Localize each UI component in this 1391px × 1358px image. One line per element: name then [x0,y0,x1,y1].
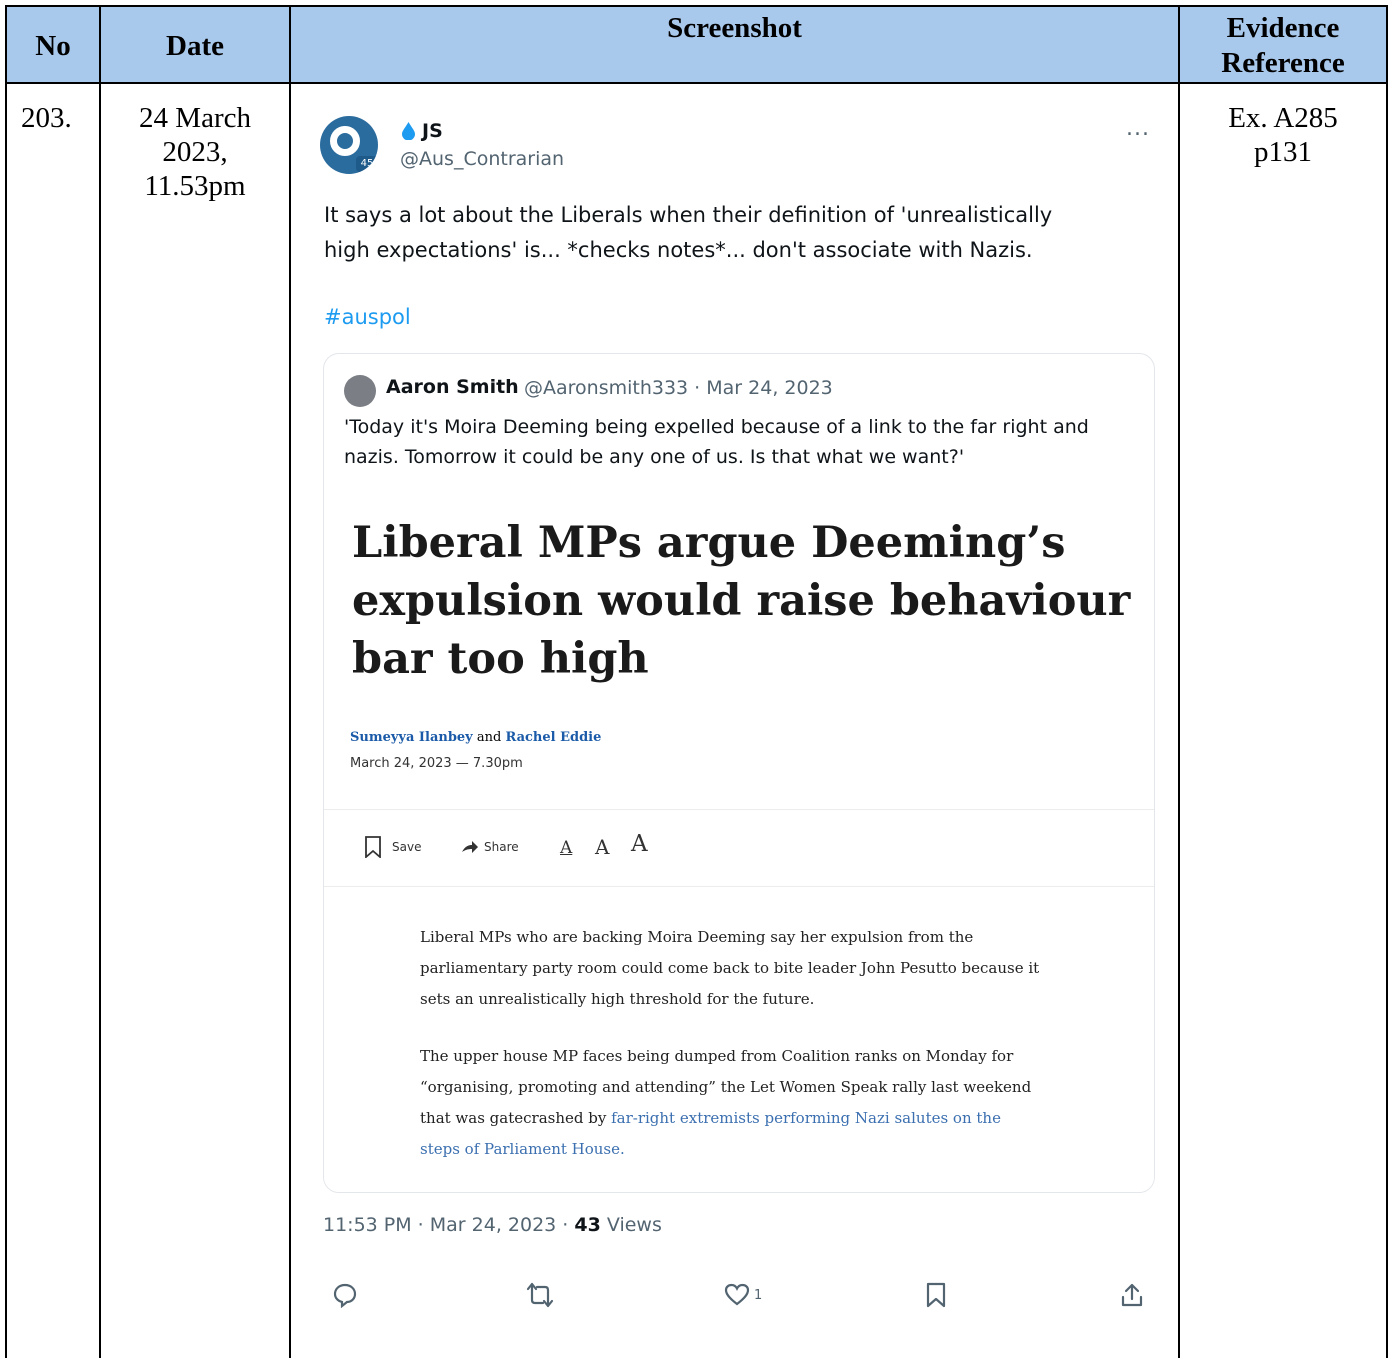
avatar-ring-shape [330,126,360,156]
p2-line3: that was gatecrashed by far-right extrem… [420,1103,1100,1134]
quote-author-name[interactable]: Aaron Smith [386,376,519,398]
headline-line1: Liberal MPs argue Deeming’s [352,518,1066,568]
bookmark-action-icon[interactable] [925,1282,947,1308]
tweet-text-line2: high expectations' is... *checks notes*.… [324,238,1033,262]
row-date-line3: 11.53pm [144,170,246,202]
article-toolbar: Save Share A A A [324,809,1154,887]
row-evidence-line2: p131 [1254,136,1312,168]
reply-icon[interactable] [332,1282,358,1308]
tweet-text-line1: It says a lot about the Liberals when th… [324,203,1053,227]
headline-line2: expulsion would raise behaviour [352,576,1131,626]
tweet-timestamp-views: 11:53 PM · Mar 24, 2023 · 43 Views [323,1214,662,1236]
article-date: March 24, 2023 — 7.30pm [350,756,523,771]
quote-text: 'Today it's Moira Deeming being expelled… [344,412,1134,472]
views-label: Views [600,1214,662,1236]
p1-line1: Liberal MPs who are backing Moira Deemin… [420,928,974,946]
tweet-display-name[interactable]: JS [422,120,443,142]
header-bottom-border [5,82,1388,84]
article-byline: Sumeyya Ilanbey and Rachel Eddie [350,730,601,745]
quote-avatar[interactable] [344,375,376,407]
header-no: No [35,30,71,62]
font-size-small: A [560,838,573,858]
article-image: Liberal MPs argue Deeming’s expulsion wo… [324,484,1154,1192]
like-heart-icon[interactable] [724,1282,750,1308]
article-paragraph-2: The upper house MP faces being dumped fr… [420,1041,1100,1165]
col-border-right [1386,5,1388,1358]
table-top-border [5,5,1388,7]
article-link-part2: steps of Parliament House. [420,1140,625,1158]
hashtag-link[interactable]: #auspol [324,305,411,329]
likes-count: 1 [754,1288,763,1303]
save-label: Save [392,840,422,854]
p2-line1: The upper house MP faces being dumped fr… [420,1047,1014,1065]
tweet-text: It says a lot about the Liberals when th… [324,198,1144,268]
row-date-line2: 2023, [162,136,228,168]
share-arrow-icon [462,841,478,853]
more-options-icon[interactable]: ... [1126,116,1150,141]
quoted-tweet[interactable]: Aaron Smith @Aaronsmith333 · Mar 24, 202… [323,353,1155,1193]
col-border-screenshot [1178,5,1180,1358]
article-headline: Liberal MPs argue Deeming’s expulsion wo… [352,514,1132,688]
views-count: 43 [574,1214,601,1236]
header-evidence: Evidence Reference [1180,11,1386,81]
row-number: 203. [21,102,72,134]
quote-text-line2: nazis. Tomorrow it could be any one of u… [344,446,965,468]
p1-line3: sets an unrealistically high threshold f… [420,990,815,1008]
water-drop-icon [402,122,415,140]
share-upload-icon[interactable] [1120,1282,1144,1308]
quote-text-line1: 'Today it's Moira Deeming being expelled… [344,416,1089,438]
p1-line2: parliamentary party room could come back… [420,959,1040,977]
article-link-part1: far-right extremists performing Nazi sal… [611,1109,1001,1127]
author-1: Sumeyya Ilanbey [350,730,473,745]
font-size-medium: A [595,835,610,859]
header-evidence-line2: Reference [1221,47,1345,79]
author-2: Rachel Eddie [505,730,602,745]
byline-and: and [476,730,502,745]
header-evidence-line1: Evidence [1226,12,1340,44]
header-screenshot: Screenshot [667,12,802,44]
tweet-actions: 1 [330,1282,1150,1322]
row-date-line1: 24 March [139,102,251,134]
font-size-large: A [631,831,648,857]
bookmark-icon [365,836,381,858]
col-border-date [289,5,291,1358]
article-paragraph-1: Liberal MPs who are backing Moira Deemin… [420,922,1100,1015]
tweet-handle[interactable]: @Aus_Contrarian [400,148,564,170]
retweet-icon[interactable] [525,1282,555,1308]
p2-line3-text: that was gatecrashed by [420,1109,612,1127]
p2-line2: “organising, promoting and attending” th… [420,1078,1032,1096]
col-border-left [5,5,7,1358]
row-date: 24 March 2023, 11.53pm [101,101,289,203]
col-border-no [99,5,101,1358]
tweet-avatar[interactable]: 45 [320,116,378,174]
tweet-timestamp[interactable]: 11:53 PM · Mar 24, 2023 · [323,1214,574,1236]
share-label: Share [484,840,519,854]
header-date: Date [166,30,224,62]
avatar-badge: 45 [356,156,378,172]
row-evidence: Ex. A285 p131 [1180,101,1386,169]
quote-meta: @Aaronsmith333 · Mar 24, 2023 [524,377,833,399]
headline-line3: bar too high [352,634,649,684]
row-evidence-line1: Ex. A285 [1228,102,1338,134]
